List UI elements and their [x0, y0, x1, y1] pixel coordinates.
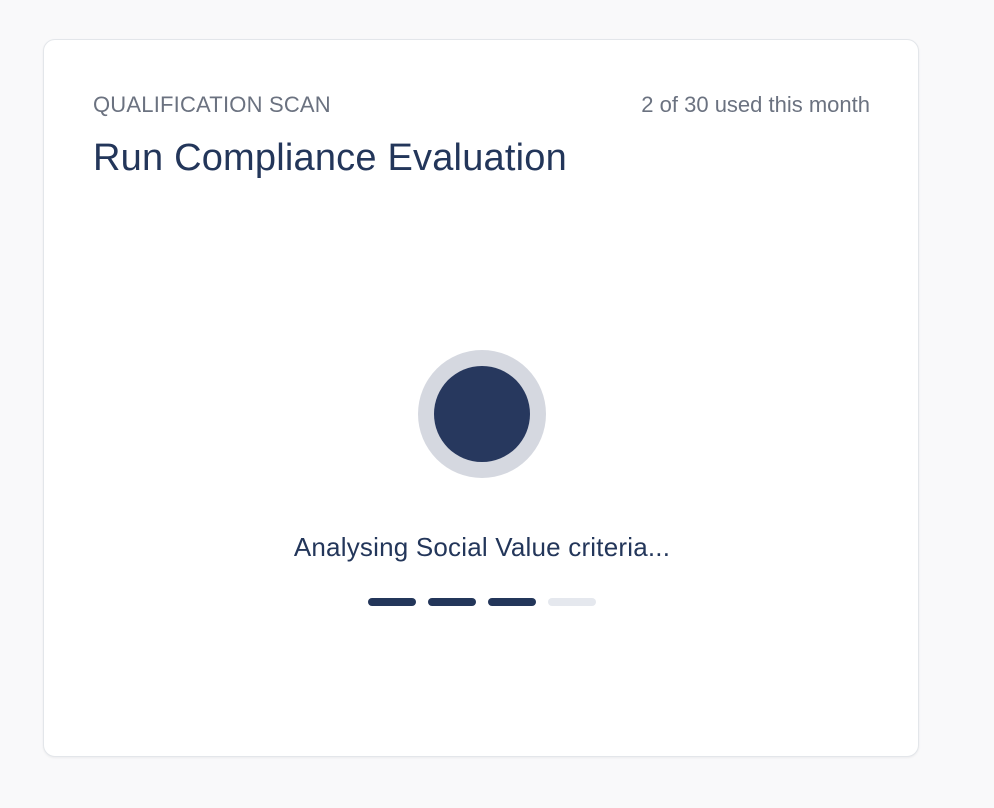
card-title: Run Compliance Evaluation — [93, 137, 567, 179]
progress-step — [548, 598, 596, 606]
spinner-core — [434, 366, 530, 462]
card-eyebrow: QUALIFICATION SCAN — [93, 92, 331, 117]
qualification-scan-card: QUALIFICATION SCAN 2 of 30 used this mon… — [43, 39, 919, 757]
progress-step — [488, 598, 536, 606]
progress-steps — [368, 598, 596, 606]
usage-counter: 2 of 30 used this month — [641, 92, 870, 117]
status-text: Analysing Social Value criteria... — [293, 532, 671, 562]
loading-spinner-icon — [418, 350, 546, 478]
progress-step — [368, 598, 416, 606]
progress-step — [428, 598, 476, 606]
